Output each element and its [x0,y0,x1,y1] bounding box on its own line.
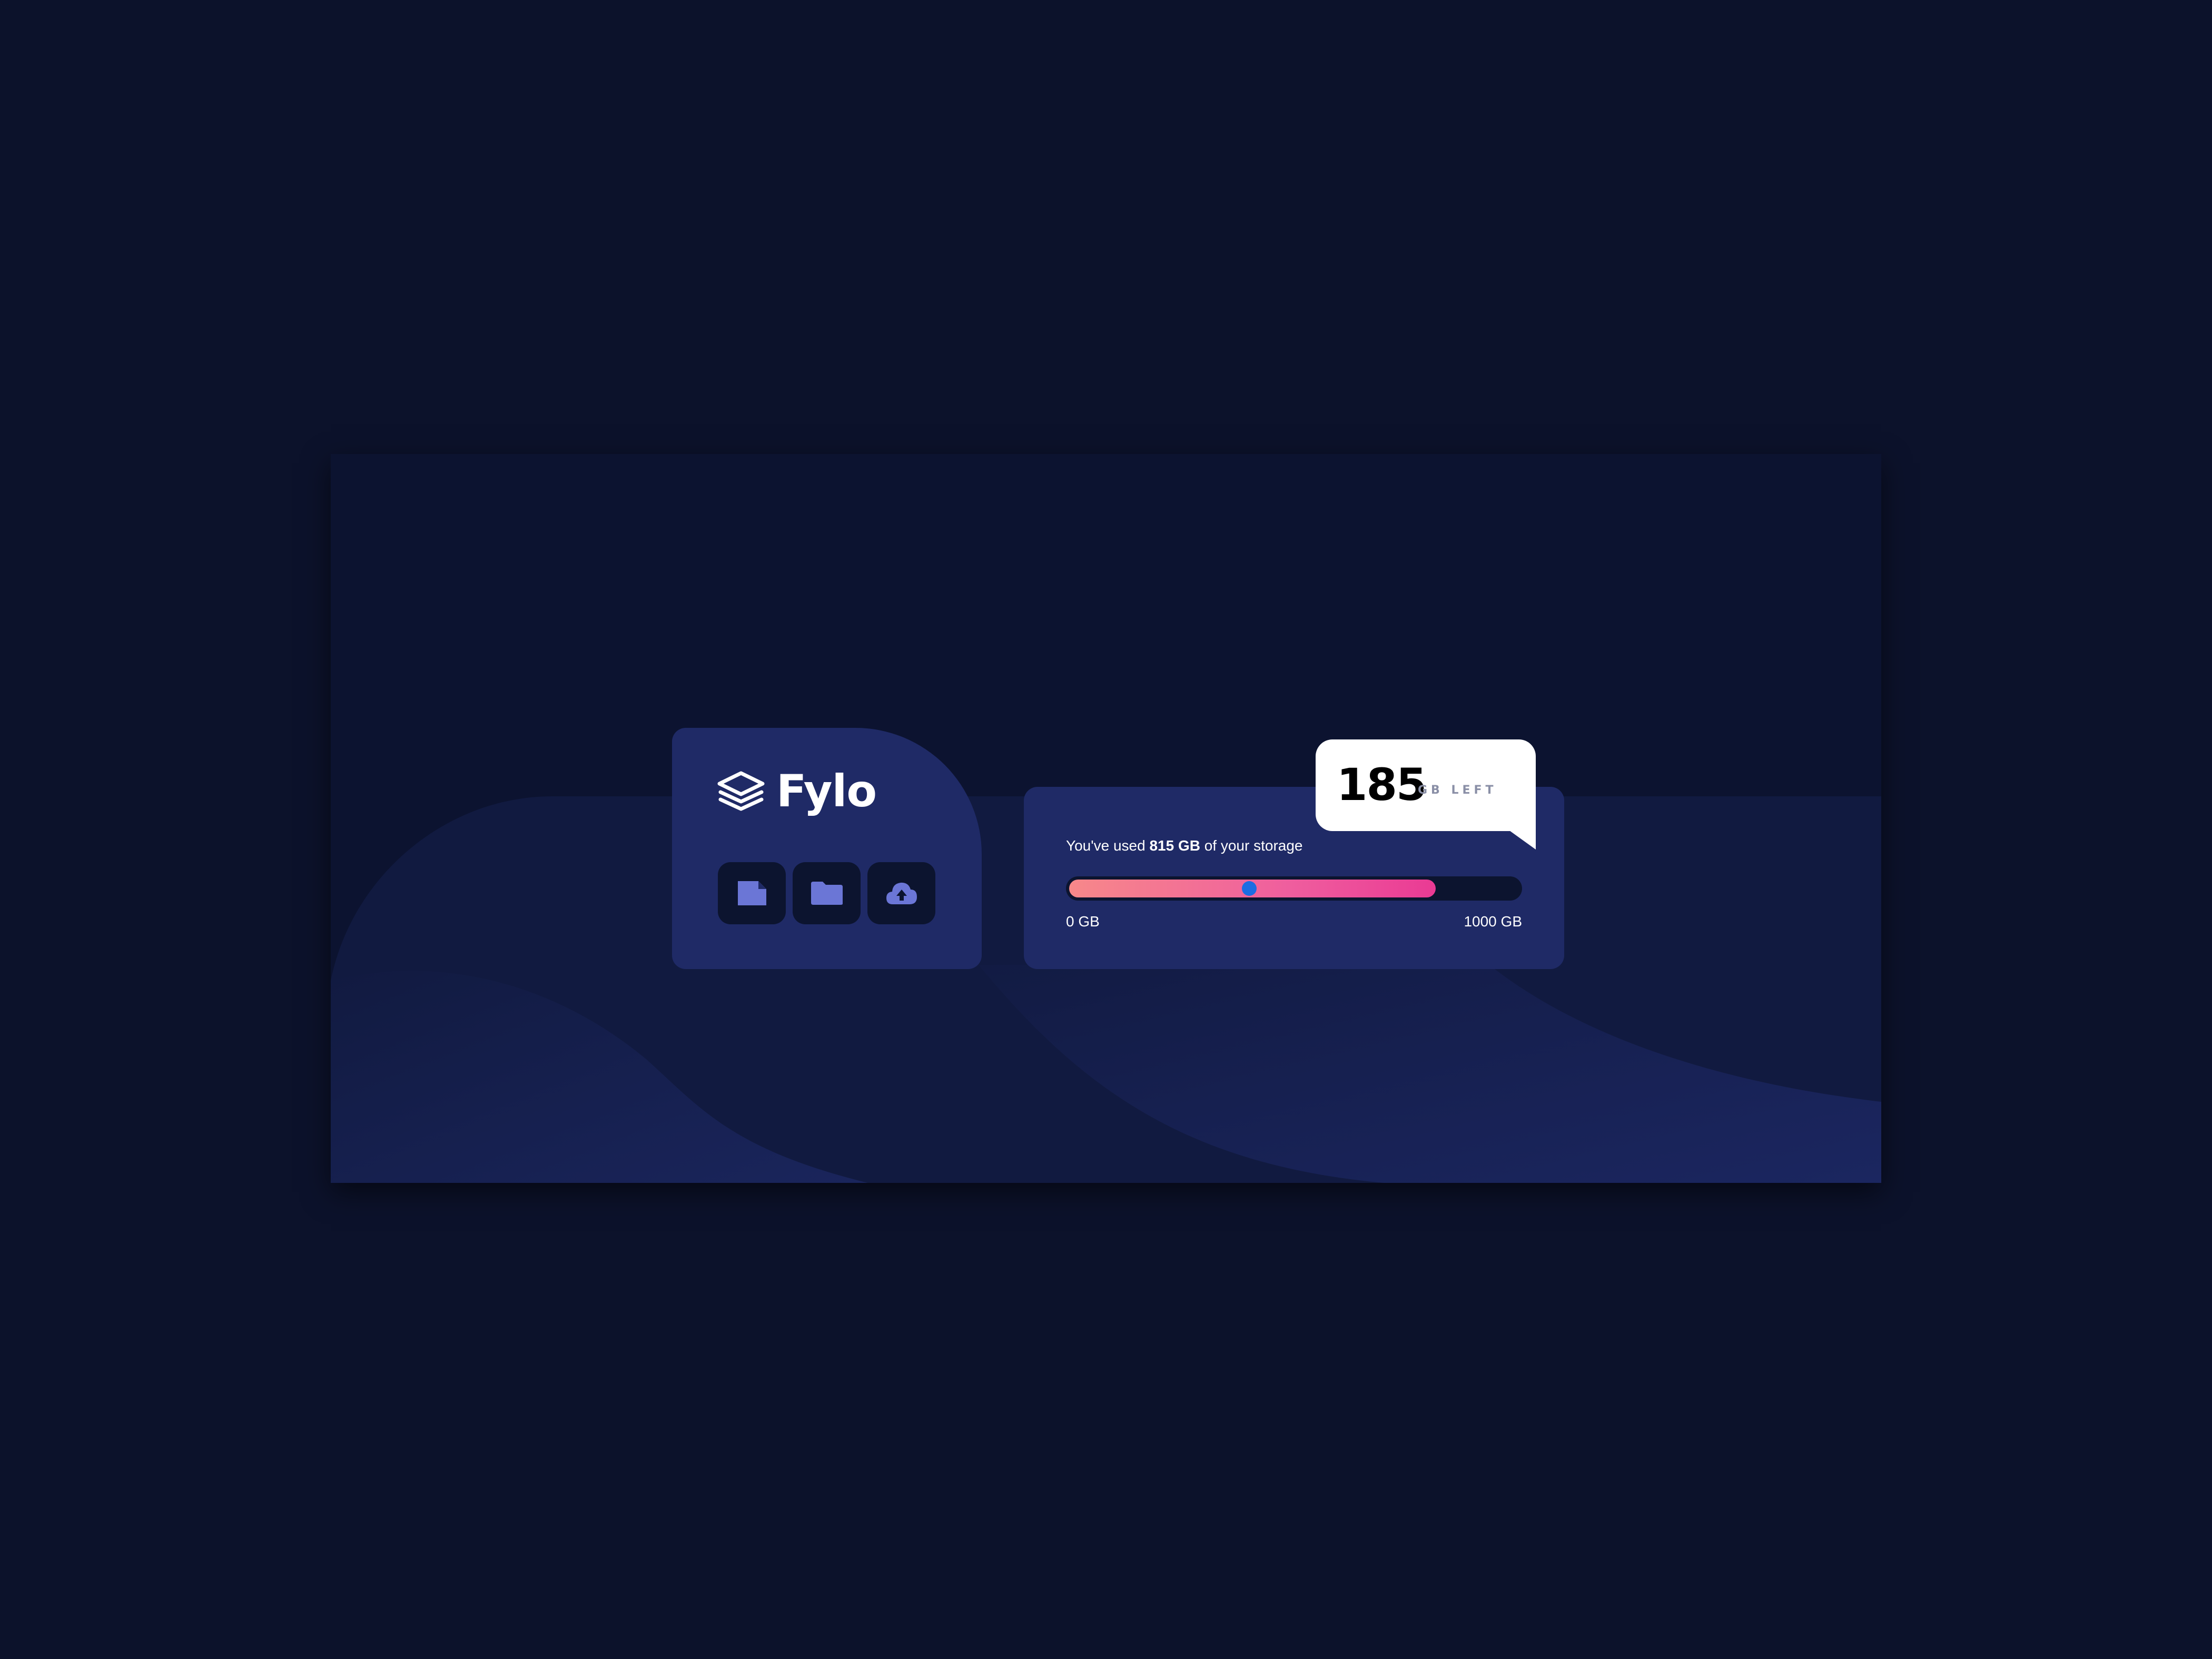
remaining-unit-label: GB LEFT [1418,784,1497,797]
cloud-upload-icon [886,882,917,904]
folder-icon [811,882,843,905]
document-icon [737,881,766,905]
layers-logo-icon [716,771,766,811]
usage-suffix: of your storage [1200,837,1303,854]
toolbar [718,862,935,924]
brand-name: Fylo [776,765,877,817]
logo-card: Fylo [672,728,982,969]
upload-button[interactable] [867,862,935,924]
remaining-value: 185 [1337,759,1427,811]
usage-prefix: You've used [1066,837,1150,854]
range-max-label: 1000 GB [1464,913,1522,930]
folder-button[interactable] [793,862,861,924]
range-min-label: 0 GB [1066,913,1100,930]
remaining-storage-bubble: 185 GB LEFT [1316,739,1536,831]
bubble-tail [1509,831,1536,850]
logo: Fylo [716,765,877,817]
storage-progress-bar [1066,876,1522,901]
document-button[interactable] [718,862,786,924]
used-amount: 815 GB [1149,837,1200,854]
usage-text: You've used 815 GB of your storage [1066,837,1303,854]
progress-knob[interactable] [1242,881,1257,896]
